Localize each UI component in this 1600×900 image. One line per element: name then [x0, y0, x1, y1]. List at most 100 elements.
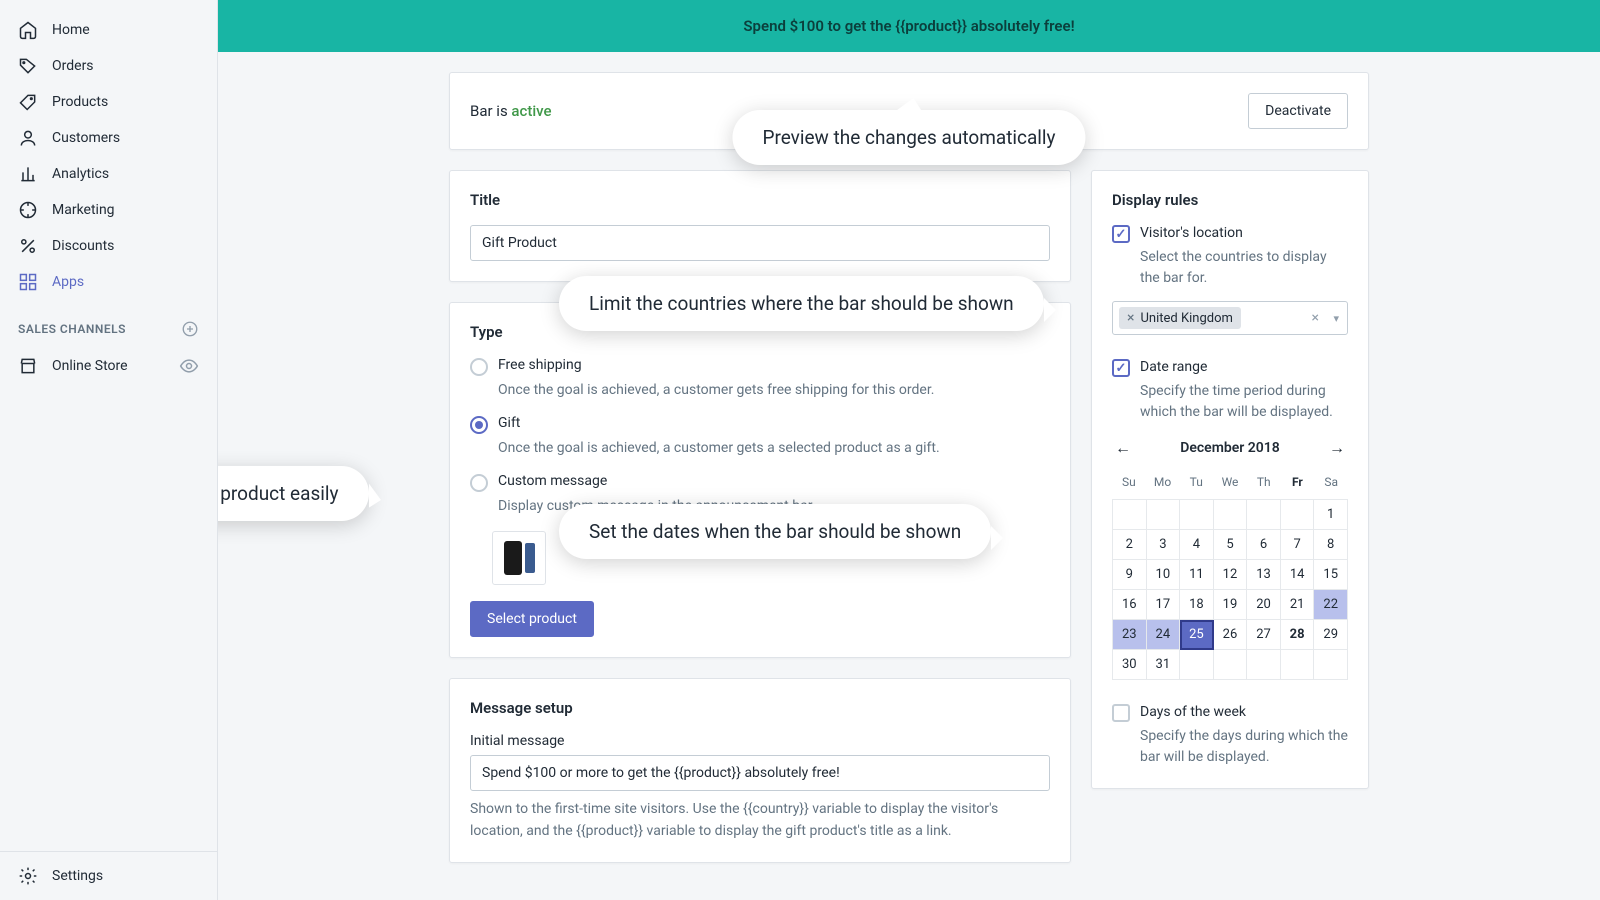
plus-circle-icon[interactable] — [181, 320, 199, 338]
radio-icon — [470, 474, 488, 492]
calendar-day[interactable]: 23 — [1113, 620, 1147, 650]
tag-icon — [18, 56, 38, 76]
nav-label: Settings — [52, 868, 103, 884]
nav-label: Marketing — [52, 202, 115, 218]
nav-marketing[interactable]: Marketing — [0, 192, 217, 228]
calendar-day[interactable]: 27 — [1247, 620, 1281, 650]
initial-message-input[interactable] — [470, 755, 1050, 791]
calendar-day[interactable]: 25 — [1180, 620, 1214, 650]
nav-label: Discounts — [52, 238, 114, 254]
announcement-banner: Spend $100 to get the {{product}} absolu… — [218, 0, 1600, 52]
radio-icon — [470, 416, 488, 434]
calendar-day[interactable]: 14 — [1281, 560, 1315, 590]
radio-free-shipping[interactable]: Free shipping — [470, 357, 1050, 376]
checkbox-icon — [1112, 704, 1130, 722]
initial-message-label: Initial message — [470, 733, 1050, 749]
clear-select-icon[interactable]: × — [1312, 310, 1319, 326]
checkbox-days-of-week[interactable]: Days of the week — [1112, 704, 1348, 722]
calendar-day[interactable]: 15 — [1314, 560, 1348, 590]
dow-label: Tu — [1179, 469, 1213, 495]
remove-tag-icon[interactable]: × — [1127, 310, 1134, 326]
calendar-day[interactable]: 18 — [1180, 590, 1214, 620]
calendar-day[interactable]: 8 — [1314, 530, 1348, 560]
nav-apps[interactable]: Apps — [0, 264, 217, 300]
calendar-day[interactable]: 21 — [1281, 590, 1315, 620]
calendar-day[interactable]: 11 — [1180, 560, 1214, 590]
callout-dates: Set the dates when the bar should be sho… — [559, 504, 991, 559]
message-help: Shown to the first-time site visitors. U… — [470, 799, 1050, 842]
chart-icon — [18, 164, 38, 184]
nav-products[interactable]: Products — [0, 84, 217, 120]
dow-label: Su — [1112, 469, 1146, 495]
calendar-day[interactable]: 4 — [1180, 530, 1214, 560]
apps-icon — [18, 272, 38, 292]
calendar-day[interactable]: 10 — [1147, 560, 1181, 590]
percent-icon — [18, 236, 38, 256]
nav-orders[interactable]: Orders — [0, 48, 217, 84]
calendar: ← December 2018 → SuMoTuWeThFrSa 1234567… — [1112, 437, 1348, 680]
eye-icon[interactable] — [179, 356, 199, 376]
calendar-day[interactable]: 12 — [1214, 560, 1248, 590]
calendar-day[interactable]: 29 — [1314, 620, 1348, 650]
calendar-day[interactable]: 3 — [1147, 530, 1181, 560]
calendar-day[interactable]: 28 — [1281, 620, 1315, 650]
dow-label: Sa — [1314, 469, 1348, 495]
rule-help: Select the countries to display the bar … — [1140, 247, 1348, 289]
rule-help: Specify the days during which the bar wi… — [1140, 726, 1348, 768]
calendar-day[interactable]: 13 — [1247, 560, 1281, 590]
dow-label: Mo — [1146, 469, 1180, 495]
nav-label: Customers — [52, 130, 120, 146]
nav-home[interactable]: Home — [0, 12, 217, 48]
product-thumbnail — [492, 531, 546, 585]
nav-label: Products — [52, 94, 108, 110]
calendar-day[interactable]: 22 — [1314, 590, 1348, 620]
select-product-button[interactable]: Select product — [470, 601, 594, 637]
bar-status: Bar is active — [470, 102, 552, 120]
calendar-day[interactable]: 16 — [1113, 590, 1147, 620]
calendar-day[interactable]: 9 — [1113, 560, 1147, 590]
store-icon — [18, 356, 38, 376]
nav-discounts[interactable]: Discounts — [0, 228, 217, 264]
calendar-day[interactable]: 26 — [1214, 620, 1248, 650]
prev-month-button[interactable]: ← — [1112, 437, 1134, 459]
calendar-day[interactable]: 1 — [1314, 500, 1348, 530]
calendar-month: December 2018 — [1180, 440, 1280, 456]
calendar-day[interactable]: 31 — [1147, 650, 1181, 680]
radio-gift[interactable]: Gift — [470, 415, 1050, 434]
target-icon — [18, 200, 38, 220]
nav-analytics[interactable]: Analytics — [0, 156, 217, 192]
title-input[interactable] — [470, 225, 1050, 261]
callout-gift: Select the gift product easily — [218, 466, 369, 521]
calendar-day[interactable]: 6 — [1247, 530, 1281, 560]
radio-icon — [470, 358, 488, 376]
checkbox-date-range[interactable]: Date range — [1112, 359, 1348, 377]
calendar-day[interactable]: 20 — [1247, 590, 1281, 620]
radio-help: Once the goal is achieved, a customer ge… — [498, 380, 1050, 401]
person-icon — [18, 128, 38, 148]
calendar-day[interactable]: 17 — [1147, 590, 1181, 620]
sidebar: Home Orders Products Customers Analytics… — [0, 0, 218, 900]
title-card: Title — [449, 170, 1071, 282]
calendar-day[interactable]: 5 — [1214, 530, 1248, 560]
nav-online-store[interactable]: Online Store — [0, 348, 217, 384]
callout-preview: Preview the changes automatically — [732, 110, 1085, 165]
checkbox-visitor-location[interactable]: Visitor's location — [1112, 225, 1348, 243]
calendar-day[interactable]: 2 — [1113, 530, 1147, 560]
calendar-day[interactable]: 24 — [1147, 620, 1181, 650]
message-card: Message setup Initial message Shown to t… — [449, 678, 1071, 863]
calendar-day[interactable]: 7 — [1281, 530, 1315, 560]
rule-help: Specify the time period during which the… — [1140, 381, 1348, 423]
country-select[interactable]: ×United Kingdom × ▾ — [1112, 301, 1348, 335]
caret-down-icon[interactable]: ▾ — [1333, 312, 1339, 325]
deactivate-button[interactable]: Deactivate — [1248, 93, 1348, 129]
calendar-day[interactable]: 19 — [1214, 590, 1248, 620]
price-tag-icon — [18, 92, 38, 112]
nav-label: Online Store — [52, 358, 165, 374]
next-month-button[interactable]: → — [1326, 437, 1348, 459]
nav-customers[interactable]: Customers — [0, 120, 217, 156]
home-icon — [18, 20, 38, 40]
calendar-day[interactable]: 30 — [1113, 650, 1147, 680]
radio-custom[interactable]: Custom message — [470, 473, 1050, 492]
nav-settings[interactable]: Settings — [0, 851, 218, 900]
message-setup-label: Message setup — [470, 699, 1050, 717]
